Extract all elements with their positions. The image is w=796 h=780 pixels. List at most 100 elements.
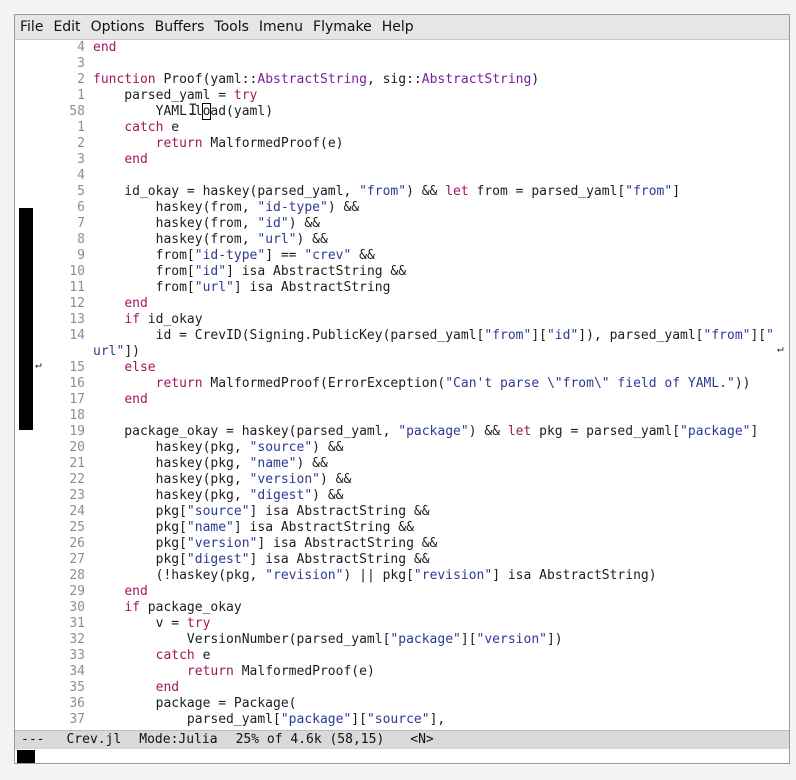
menu-file[interactable]: File: [15, 15, 48, 39]
code-line[interactable]: 18: [45, 408, 789, 424]
code-text: if package_okay: [85, 600, 241, 616]
code-line[interactable]: 8 haskey(from, "url") &&: [45, 232, 789, 248]
vertical-scrollbar[interactable]: [17, 40, 33, 730]
code-token: ) &&: [327, 200, 360, 215]
code-text: if id_okay: [85, 312, 202, 328]
code-line[interactable]: 25 pkg["name"] isa AbstractString &&: [45, 520, 789, 536]
code-line[interactable]: 7 haskey(from, "id") &&: [45, 216, 789, 232]
code-token: ]): [546, 632, 563, 647]
code-line[interactable]: 19 package_okay = haskey(parsed_yaml, "p…: [45, 424, 789, 440]
menu-options[interactable]: Options: [86, 15, 150, 39]
code-token: "name": [186, 520, 234, 535]
code-line[interactable]: 4: [45, 168, 789, 184]
code-line[interactable]: 6 haskey(from, "id-type") &&: [45, 200, 789, 216]
line-number: 23: [69, 488, 85, 503]
code-line[interactable]: 35 end: [45, 680, 789, 696]
code-line[interactable]: 14 id = CrevID(Signing.PublicKey(parsed_…: [45, 328, 789, 344]
modeline-mode[interactable]: Mode:Julia: [121, 732, 217, 747]
code-token: haskey(from,: [93, 200, 258, 215]
code-token: ] isa AbstractString &&: [226, 264, 407, 279]
code-line[interactable]: 29 end: [45, 584, 789, 600]
code-line[interactable]: 24 pkg["source"] isa AbstractString &&: [45, 504, 789, 520]
menu-flymake[interactable]: Flymake: [308, 15, 377, 39]
code-text: url"]): [85, 344, 140, 360]
code-line[interactable]: 58 YAML.load(yaml): [45, 103, 789, 120]
code-area[interactable]: 4 end 3 2 function Proof(yaml::AbstractStrin…: [45, 40, 789, 728]
modeline-buffer-name[interactable]: Crev.jl: [44, 732, 121, 747]
code-line[interactable]: 15 else: [45, 360, 789, 376]
code-token: pkg[: [93, 536, 187, 551]
menu-edit[interactable]: Edit: [48, 15, 85, 39]
code-line[interactable]: 23 haskey(pkg, "digest") &&: [45, 488, 789, 504]
line-number: 32: [69, 632, 85, 647]
code-token: "version": [476, 632, 547, 647]
code-line[interactable]: 4 end: [45, 40, 789, 56]
code-token: &&: [351, 248, 375, 263]
menu-imenu[interactable]: Imenu: [254, 15, 308, 39]
line-number: 26: [69, 536, 85, 551]
code-line[interactable]: 36 package = Package(: [45, 696, 789, 712]
code-line[interactable]: 26 pkg["version"] isa AbstractString &&: [45, 536, 789, 552]
code-text: end: [85, 392, 147, 408]
code-text: catch e: [85, 648, 211, 664]
code-line[interactable]: 22 haskey(pkg, "version") &&: [45, 472, 789, 488]
code-token: "id": [546, 328, 579, 343]
scrollbar-thumb[interactable]: [19, 208, 33, 430]
code-line[interactable]: 37 parsed_yaml["package"]["source"],: [45, 712, 789, 728]
code-text: id_okay = haskey(parsed_yaml, "from") &&…: [85, 184, 680, 200]
code-line[interactable]: 16 return MalformedProof(ErrorException(…: [45, 376, 789, 392]
menu-help[interactable]: Help: [377, 15, 419, 39]
code-token: ][: [460, 632, 477, 647]
code-token: ],: [429, 712, 446, 727]
code-line[interactable]: 1 catch e: [45, 120, 789, 136]
code-line[interactable]: 13 if id_okay: [45, 312, 789, 328]
code-token: parsed_yaml =: [93, 88, 234, 103]
code-line[interactable]: 9 from["id-type"] == "crev" &&: [45, 248, 789, 264]
code-line[interactable]: 1 parsed_yaml = try: [45, 88, 789, 104]
code-line[interactable]: 3: [45, 56, 789, 72]
code-line[interactable]: 34 return MalformedProof(e): [45, 664, 789, 680]
line-number: 21: [69, 456, 85, 471]
code-line[interactable]: 12 end: [45, 296, 789, 312]
code-line[interactable]: url"]): [45, 344, 789, 360]
code-token: id = CrevID(Signing.PublicKey(parsed_yam…: [93, 328, 485, 343]
code-token: ) &&: [320, 472, 352, 487]
code-line[interactable]: 11 from["url"] isa AbstractString: [45, 280, 789, 296]
code-line[interactable]: 3 end: [45, 152, 789, 168]
code-token: "source": [366, 712, 430, 727]
code-token: from = parsed_yaml[: [468, 184, 626, 199]
code-text: pkg["name"] isa AbstractString &&: [85, 520, 414, 536]
code-token: "url": [257, 232, 297, 247]
code-line[interactable]: 27 pkg["digest"] isa AbstractString &&: [45, 552, 789, 568]
line-number: 25: [69, 520, 85, 535]
code-line[interactable]: 28 (!haskey(pkg, "revision") || pkg["rev…: [45, 568, 789, 584]
code-token: let: [507, 424, 532, 439]
menu-tools[interactable]: Tools: [209, 15, 254, 39]
code-text: return MalformedProof(ErrorException("Ca…: [85, 376, 751, 392]
code-line[interactable]: 2 return MalformedProof(e): [45, 136, 789, 152]
code-line[interactable]: 21 haskey(pkg, "name") &&: [45, 456, 789, 472]
wrap-left-arrow-icon: ↵: [35, 358, 42, 371]
menu-buffers[interactable]: Buffers: [150, 15, 210, 39]
code-token: "id-type": [257, 200, 328, 215]
line-number: 1: [77, 120, 85, 135]
code-token: ) || pkg[: [343, 568, 414, 583]
code-line[interactable]: 20 haskey(pkg, "source") &&: [45, 440, 789, 456]
code-line[interactable]: 17 end: [45, 392, 789, 408]
editor-window[interactable]: ↵ 4 end 3 2 function Proof(yaml::AbstractStr…: [15, 40, 789, 730]
code-line[interactable]: 33 catch e: [45, 648, 789, 664]
code-line[interactable]: 32 VersionNumber(parsed_yaml["package"][…: [45, 632, 789, 648]
code-line[interactable]: 30 if package_okay: [45, 600, 789, 616]
code-line[interactable]: 5 id_okay = haskey(parsed_yaml, "from") …: [45, 184, 789, 200]
code-line[interactable]: 31 v = try: [45, 616, 789, 632]
code-token: MalformedProof(e): [233, 664, 375, 679]
code-line[interactable]: 10 from["id"] isa AbstractString &&: [45, 264, 789, 280]
code-token: function: [93, 72, 156, 87]
line-number: 20: [69, 440, 85, 455]
minibuffer[interactable]: [15, 749, 789, 763]
code-line[interactable]: 2 function Proof(yaml::AbstractString, si…: [45, 72, 789, 88]
